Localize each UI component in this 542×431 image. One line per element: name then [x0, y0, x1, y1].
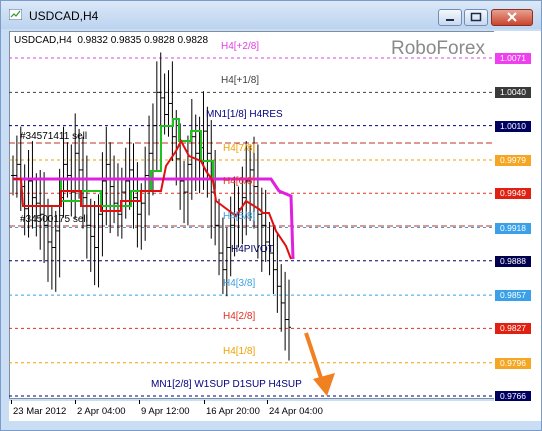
- price-level-box: 0.9857: [495, 290, 531, 302]
- close-icon: [507, 12, 517, 22]
- title-bar[interactable]: USDCAD,H4: [1, 1, 541, 29]
- chart-window-icon: [9, 9, 22, 20]
- time-tick: [139, 400, 140, 404]
- time-label: 24 Apr 04:00: [269, 406, 323, 417]
- price-level-box: 0.9949: [495, 188, 531, 200]
- price-level-box: 1.0040: [495, 87, 531, 99]
- price-level-box: 1.0071: [495, 53, 531, 64]
- ohlc-info: USDCAD,H4 0.9832 0.9835 0.9828 0.9828: [14, 35, 209, 46]
- level-label: H4[+2/8]: [221, 41, 260, 52]
- time-label: 9 Apr 12:00: [141, 406, 190, 417]
- maximize-button[interactable]: [464, 9, 488, 26]
- close-button[interactable]: [491, 9, 533, 26]
- time-label: 2 Apr 04:00: [77, 406, 126, 417]
- level-label: H4[1/8]: [223, 345, 256, 357]
- chart-window: USDCAD,H4 USDCAD,H4 0.9832 0.9835 0.9828…: [0, 0, 542, 431]
- brand-watermark: RoboForex: [391, 38, 485, 59]
- time-tick: [11, 400, 12, 404]
- time-tick: [75, 400, 76, 404]
- level-label: H4[3/8]: [223, 278, 256, 290]
- level-label: H4PIVOT: [231, 243, 274, 255]
- price-level-box: 0.9827: [495, 323, 531, 335]
- level-label: MN1[2/8] W1SUP D1SUP H4SUP: [151, 379, 302, 390]
- level-label: H4[2/8]: [223, 311, 256, 323]
- time-label: 23 Mar 2012: [13, 406, 67, 417]
- maximize-icon: [470, 12, 482, 22]
- window-title: USDCAD,H4: [29, 9, 99, 23]
- time-tick: [267, 400, 268, 404]
- forecast-arrow-shaft: [304, 332, 325, 385]
- level-label: H4[7/8]: [223, 142, 256, 154]
- level-label: H4[+1/8]: [221, 75, 260, 87]
- price-level-box: 0.9796: [495, 357, 531, 369]
- price-level-box: 0.9979: [495, 154, 531, 166]
- price-level-box: 1.0010: [495, 120, 531, 132]
- stop-line-red: [13, 138, 292, 260]
- minimize-icon: [446, 19, 454, 21]
- price-level-box: 0.9888: [495, 255, 531, 267]
- minimize-button[interactable]: [438, 9, 462, 26]
- level-label: H4[6/8]: [223, 176, 256, 188]
- time-label: 16 Apr 20:00: [206, 406, 260, 417]
- order-label: #34571411 sell: [20, 131, 88, 142]
- price-level-box: 0.9918: [495, 222, 531, 234]
- forecast-arrow-head: [313, 373, 335, 396]
- time-tick: [204, 400, 205, 404]
- level-label: MN1[1/8] H4RES: [206, 108, 283, 120]
- order-label: #34500175 sell: [20, 214, 88, 225]
- level-label: H4[5/8]: [223, 210, 256, 222]
